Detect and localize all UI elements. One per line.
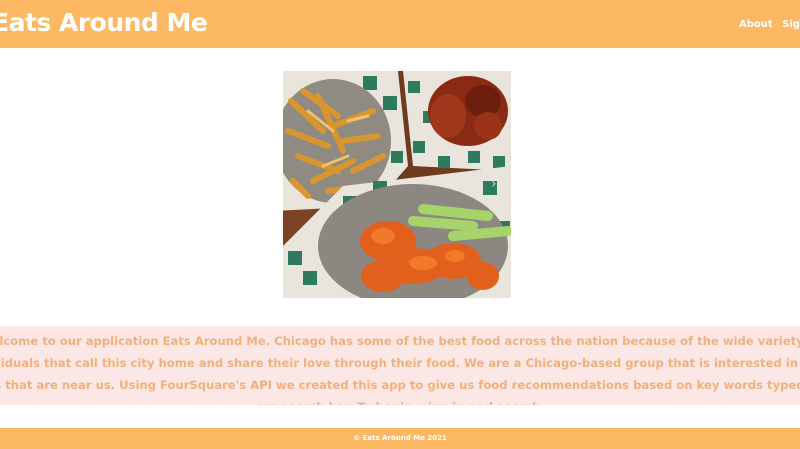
carousel-next-icon[interactable]: › (491, 176, 497, 192)
top-navbar: Eats Around Me About Sign In (0, 0, 800, 48)
nav-link-about[interactable]: About (739, 19, 773, 30)
footer: © Eats Around Me 2021 (0, 428, 800, 449)
nav-link-sign-in[interactable]: Sign In (782, 19, 800, 30)
nav-links: About Sign In (739, 19, 800, 30)
copyright-text: © Eats Around Me 2021 (353, 434, 447, 442)
hero-food-image (283, 71, 511, 298)
intro-banner: Welcome to our application Eats Around M… (0, 326, 800, 405)
food-photo-illustration (283, 71, 511, 298)
brand-logo-text[interactable]: Eats Around Me (0, 8, 208, 37)
intro-text: Welcome to our application Eats Around M… (0, 334, 800, 405)
